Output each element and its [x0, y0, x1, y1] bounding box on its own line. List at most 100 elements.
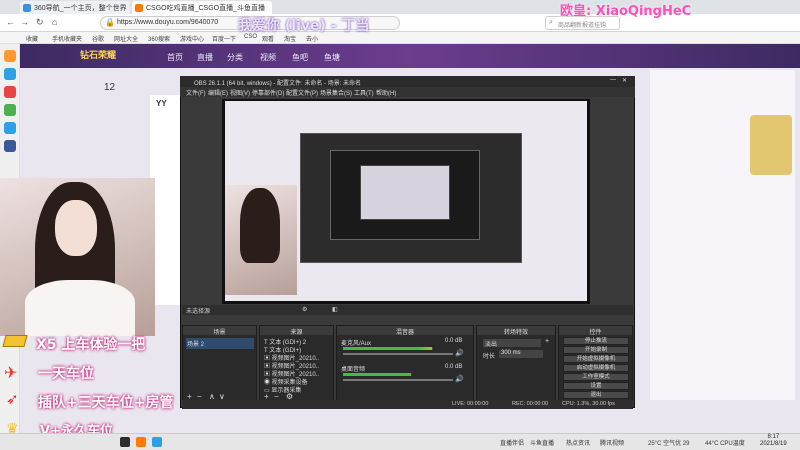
bookmark[interactable]: 360搜索: [148, 34, 170, 43]
taskbar-clock[interactable]: 8:17 2021/8/19: [760, 434, 787, 448]
taskbar-app-icon[interactable]: [152, 437, 162, 447]
bookmark[interactable]: 手机收藏夹: [52, 34, 82, 43]
browser-tab[interactable]: 360导航_一个主页，整个世界: [20, 1, 130, 14]
volume-slider[interactable]: [343, 379, 453, 381]
sidebar-app-icon[interactable]: [4, 140, 16, 152]
rocket-icon: ➶: [6, 391, 19, 408]
volume-meter: [343, 347, 433, 350]
transition-select[interactable]: 淡出: [483, 339, 541, 348]
nav-fishpond[interactable]: 鱼塘: [324, 52, 340, 63]
preview-recursive-window: [360, 165, 450, 220]
sidebar-app-icon[interactable]: [4, 86, 16, 98]
mixer-channel-name: 桌面音频: [341, 367, 366, 373]
bookmark[interactable]: 观看: [262, 34, 274, 43]
bookmark[interactable]: 网址大全: [114, 34, 138, 43]
weather-widget[interactable]: 25°C 空气优 29: [648, 438, 689, 447]
speaker-icon[interactable]: 🔊: [455, 349, 464, 357]
clock-time: 8:17: [767, 434, 780, 440]
bookmark[interactable]: 收藏: [26, 34, 38, 43]
menu-profile[interactable]: 配置文件(P): [286, 88, 318, 97]
sidebar-app-icon[interactable]: [4, 122, 16, 134]
menu-tools[interactable]: 工具(T): [354, 88, 374, 97]
taskbar-app-icon[interactable]: [136, 437, 146, 447]
exit-button[interactable]: 退出: [563, 391, 629, 399]
controls-dock: 控件 停止推流 开始录制 开始虚拟摄像机 启动虚拟摄像机 工作室模式 设置 退出: [558, 325, 633, 405]
duration-label: 时长: [483, 354, 496, 360]
sidebar-app-icon[interactable]: [4, 104, 16, 116]
mixer-channel-name: 麦克风/Aux: [341, 341, 372, 347]
sidebar-app-icon[interactable]: [4, 68, 16, 80]
studio-mode-button[interactable]: 工作室模式: [563, 373, 629, 381]
settings-button[interactable]: 设置: [563, 382, 629, 390]
promo-line: X5 上车体验一把: [36, 337, 146, 353]
streamer-face: [55, 200, 97, 256]
duration-input[interactable]: 300 ms: [499, 350, 543, 358]
url-text: https://www.douyu.com/9640070: [117, 19, 219, 26]
airplane-icon: ✈: [4, 365, 18, 382]
taskbar-item[interactable]: 热点资讯: [566, 438, 590, 447]
menu-view[interactable]: 视图(V): [230, 88, 250, 97]
nav-category[interactable]: 分类: [227, 52, 243, 63]
song-title-overlay: 我爱你 (live) - 丁当: [238, 18, 370, 34]
speaker-icon[interactable]: 🔊: [455, 375, 464, 383]
promo-line: 插队+三天车位+房管: [38, 395, 174, 411]
search-placeholder: 商品翻新报道挂钩: [558, 23, 607, 29]
virtual-camera-button[interactable]: 开始虚拟摄像机: [563, 355, 629, 363]
mixer-dock: 混音器 麦克风/Aux 0.0 dB 🔊 桌面音频 0.0 dB 🔊: [336, 325, 474, 405]
tab-label: CSGO吃鸡直播_CSGO直播_斗鱼直播: [146, 5, 266, 12]
cpu-fps: CPU: 1.3%, 30.00 fps: [562, 401, 615, 407]
mixer-db: 0.0 dB: [445, 364, 463, 370]
room-count: 12: [104, 82, 116, 93]
back-icon[interactable]: ←: [6, 17, 15, 27]
menu-file[interactable]: 文件(F): [186, 88, 206, 97]
bookmark[interactable]: 谷歌: [92, 34, 104, 43]
taskbar-item[interactable]: 斗鱼直播: [530, 438, 554, 447]
nav-fishbar[interactable]: 鱼吧: [292, 52, 308, 63]
sidebar-app-icon[interactable]: [4, 50, 16, 62]
menu-docks[interactable]: 停靠部件(D): [252, 88, 284, 97]
bookmark[interactable]: 百度一下: [212, 34, 236, 43]
browser-tab-active[interactable]: CSGO吃鸡直播_CSGO直播_斗鱼直播: [132, 1, 272, 14]
scenes-dock: 场景 场景 2 + − ∧ ∨: [182, 325, 257, 405]
nav-video[interactable]: 视频: [260, 52, 276, 63]
preview-streamer: [240, 188, 280, 263]
close-icon[interactable]: ✕: [622, 77, 627, 84]
promo-banner[interactable]: [750, 115, 792, 175]
dock-header: 混音器: [337, 326, 473, 336]
taskbar-item[interactable]: 腾讯视频: [600, 438, 624, 447]
stop-streaming-button[interactable]: 停止推流: [563, 337, 629, 345]
dock-header: 来源: [260, 326, 333, 336]
site-header: 钻石荣耀 首页 直播 分类 视频 鱼吧 鱼塘: [20, 44, 800, 68]
nav-home[interactable]: 首页: [167, 52, 183, 63]
sources-dock: 来源 T 文本 (GDI+) 2 T 文本 (GDI+) ▣ 视频图片_2021…: [259, 325, 334, 405]
source-item[interactable]: ▭ 显示器采集: [264, 385, 301, 394]
minimize-icon[interactable]: —: [610, 77, 616, 83]
bookmark[interactable]: 去小: [306, 34, 318, 43]
streamer-shirt: [25, 280, 135, 336]
add-icon[interactable]: +: [545, 338, 549, 345]
menu-edit[interactable]: 编辑(E): [208, 88, 228, 97]
promo-line: 一天车位: [38, 366, 94, 382]
start-recording-button[interactable]: 开始录制: [563, 346, 629, 354]
dock-header: 场景: [183, 326, 256, 336]
properties-gear-icon[interactable]: ⚙: [302, 306, 307, 313]
nav-live[interactable]: 直播: [197, 52, 213, 63]
bookmark[interactable]: 游戏中心: [180, 34, 204, 43]
start-virtual-camera-button[interactable]: 启动虚拟摄像机: [563, 364, 629, 372]
taskbar-app-icon[interactable]: [120, 437, 130, 447]
volume-slider[interactable]: [343, 353, 453, 355]
menu-scene-collection[interactable]: 场景集合(S): [320, 88, 352, 97]
forward-icon[interactable]: →: [20, 17, 29, 27]
taskbar-item[interactable]: 直播伴侣: [500, 438, 524, 447]
filter-icon[interactable]: ◧: [332, 306, 338, 313]
site-logo[interactable]: 钻石荣耀: [80, 48, 116, 61]
obs-menubar: 文件(F) 编辑(E) 视图(V) 停靠部件(D) 配置文件(P) 场景集合(S…: [180, 87, 635, 97]
home-icon[interactable]: ⌂: [52, 17, 57, 27]
menu-help[interactable]: 帮助(H): [376, 88, 396, 97]
bookmark[interactable]: 淘宝: [284, 34, 296, 43]
live-time: LIVE: 00:00:00: [452, 401, 489, 407]
obs-source-toolbar: 未选择源 ⚙ ◧: [182, 305, 633, 315]
windows-taskbar: 直播伴侣 斗鱼直播 热点资讯 腾讯视频 25°C 空气优 29 44°C CPU…: [0, 433, 800, 450]
scene-item[interactable]: 场景 2: [186, 338, 254, 349]
refresh-icon[interactable]: ↻: [36, 17, 44, 28]
